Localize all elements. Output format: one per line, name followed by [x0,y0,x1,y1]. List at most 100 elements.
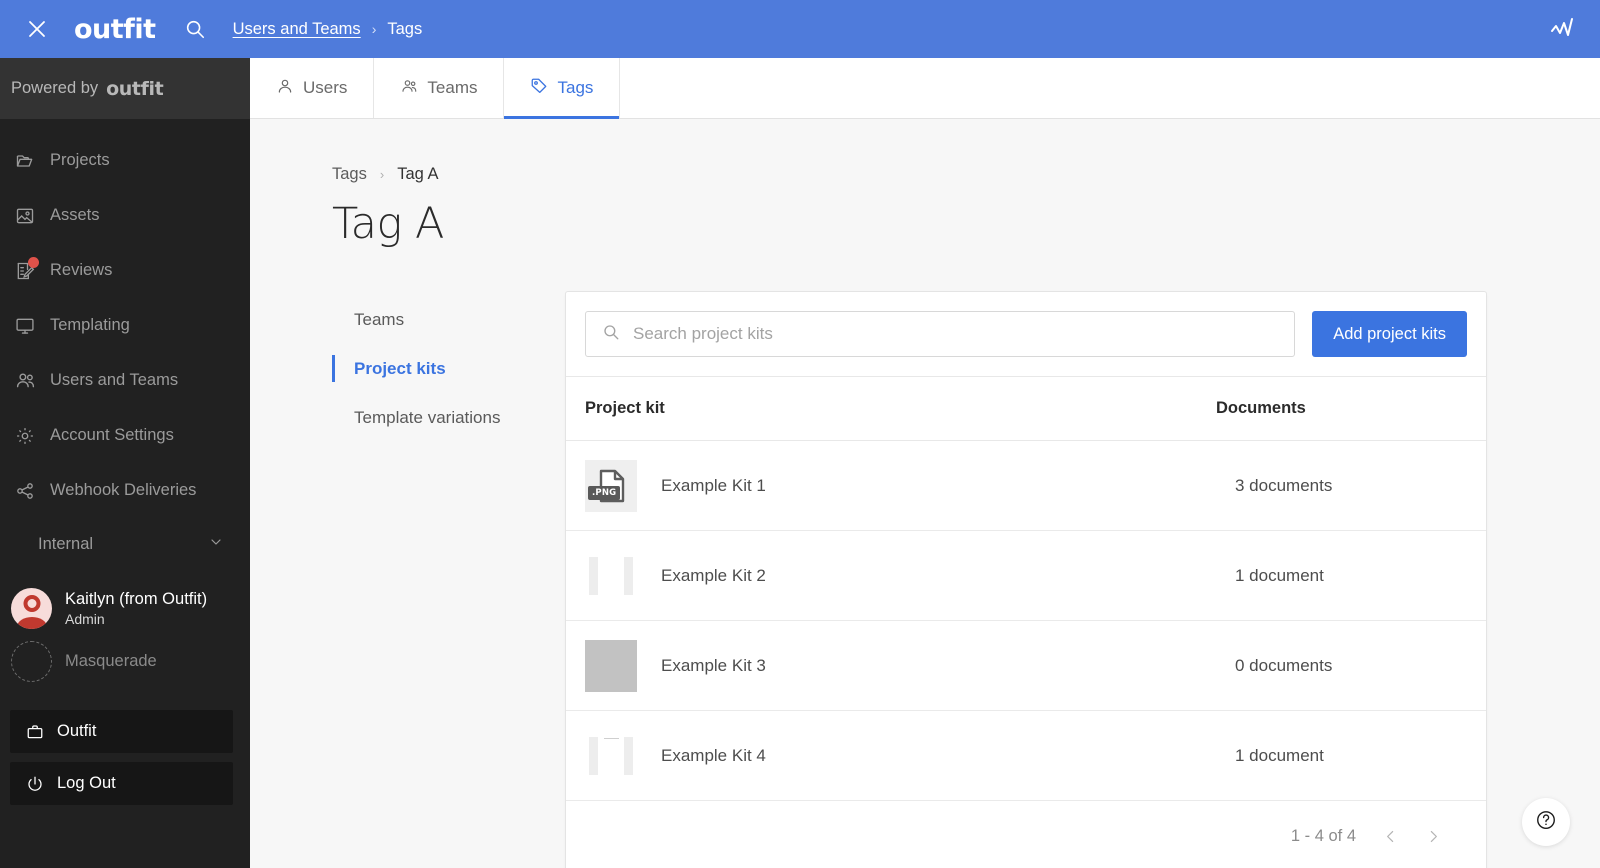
column-header-project-kit: Project kit [566,376,1216,441]
user-role: Admin [65,611,105,627]
share-nodes-icon [12,478,38,504]
sidebar-item-label: Reviews [50,261,113,279]
review-edit-icon [12,256,39,284]
briefcase-icon [26,723,44,741]
sidebar-item-assets[interactable]: Assets [0,188,250,243]
avatar-head [23,595,40,612]
page-content: Tags › Tag A Tag A Teams Project kits Te… [250,119,1600,868]
cell-project-kit: Example Kit 2 [566,530,1216,621]
app-root: outfit Users and Teams › Tags Powered by… [0,0,1600,868]
sidebar-group-internal[interactable]: Internal [0,518,250,570]
breadcrumb-tags[interactable]: Tags [332,165,367,184]
user-icon [276,77,294,100]
sub-navigation: Teams Project kits Template variations [332,291,565,868]
subnav-label: Project kits [354,358,446,378]
sidebar-item-webhook-deliveries[interactable]: Webhook Deliveries [0,463,250,518]
tab-teams[interactable]: Teams [374,58,505,118]
outfit-logo: outfit [74,13,156,45]
activity-chart-icon[interactable] [1548,16,1578,42]
tag-icon [530,77,548,100]
table-row[interactable]: Example Kit 2 1 document [566,530,1486,621]
table-row[interactable]: .PNG Example Kit 1 3 documents [566,440,1486,531]
column-header-documents: Documents [1216,376,1486,441]
sidebar-nav: Projects Assets Reviews Templating Users… [0,119,250,570]
monitor-icon [12,313,38,339]
table-head: Project kit Documents [566,376,1486,441]
panel-toolbar: Add project kits [566,292,1486,376]
breadcrumb-current: Tag A [397,165,439,183]
table-row[interactable]: Example Kit 3 0 documents [566,620,1486,711]
avatar-body [16,617,47,629]
search-input[interactable] [633,324,1295,344]
breadcrumb-link-users-and-teams[interactable]: Users and Teams [233,20,361,39]
tab-bar: Users Teams Tags [250,58,1600,119]
log-out-button[interactable]: Log Out [10,762,233,805]
add-project-kits-button[interactable]: Add project kits [1312,311,1467,357]
user-text: Kaitlyn (from Outfit) Admin [65,588,207,629]
bars-tick-thumbnail [585,729,637,782]
tab-users[interactable]: Users [250,58,375,118]
powered-by-text: Powered by [11,79,99,97]
current-user[interactable]: Kaitlyn (from Outfit) Admin [0,570,250,629]
sidebar-item-label: Account Settings [50,426,174,444]
sidebar-item-label: Projects [50,151,110,169]
outfit-button[interactable]: Outfit [10,710,233,753]
table-row[interactable]: Example Kit 4 1 document [566,710,1486,801]
project-kits-panel: Add project kits Project kit Documents [565,291,1487,868]
tab-tags[interactable]: Tags [504,58,621,119]
solid-grey-thumbnail [585,639,637,692]
table-body: .PNG Example Kit 1 3 documents Example K… [566,440,1486,801]
powered-by-banner: Powered by outfit [0,58,250,119]
pagination: 1 - 4 of 4 [566,801,1486,868]
masquerade-button[interactable]: Masquerade [0,629,250,682]
kit-name: Example Kit 2 [661,565,766,585]
page-breadcrumb: Tags › Tag A [332,165,1600,184]
kit-name: Example Kit 1 [661,475,766,495]
sidebar-item-users-and-teams[interactable]: Users and Teams [0,353,250,408]
project-kits-table: Project kit Documents .PNG Example Kit 1… [566,376,1486,801]
sidebar-item-account-settings[interactable]: Account Settings [0,408,250,463]
search-project-kits-box[interactable] [585,311,1296,357]
subnav-item-template-variations[interactable]: Template variations [332,393,565,442]
search-icon[interactable] [182,16,208,42]
close-icon[interactable] [22,14,52,44]
bars-thumbnail [585,549,637,602]
question-circle-icon [1535,809,1557,836]
notification-badge [28,256,39,268]
subnav-item-teams[interactable]: Teams [332,295,565,344]
subnav-label: Template variations [354,407,501,427]
sidebar-item-projects[interactable]: Projects [0,133,250,188]
png-label: .PNG [588,485,621,500]
powered-by-logo: outfit [106,77,164,100]
cell-project-kit: .PNG Example Kit 1 [566,440,1216,531]
gear-icon [12,423,38,449]
tab-label: Teams [427,78,478,97]
subnav-label: Teams [354,309,405,329]
cell-project-kit: Example Kit 4 [566,710,1216,801]
sidebar-item-reviews[interactable]: Reviews [0,243,250,298]
sidebar-item-templating[interactable]: Templating [0,298,250,353]
sidebar-item-label: Assets [50,206,100,224]
folder-icon [12,148,38,174]
user-name: Kaitlyn (from Outfit) [65,590,208,608]
sidebar-item-label: Users and Teams [50,371,179,389]
users-icon [12,368,38,394]
main-area: Users Teams Tags Tags › Tag A Tag A Team… [250,58,1600,868]
sidebar: Powered by outfit Projects Assets Review… [0,58,250,868]
cell-documents: 3 documents [1216,440,1486,531]
tab-label: Users [303,78,348,97]
avatar [11,588,52,629]
help-button[interactable] [1522,798,1570,846]
top-bar: outfit Users and Teams › Tags [0,0,1600,58]
content-columns: Teams Project kits Template variations S… [332,291,1600,868]
sidebar-footer-buttons: Outfit Log Out [0,710,250,805]
chevron-right-icon[interactable] [1425,828,1442,845]
sidebar-group-label: Internal [38,534,94,553]
masquerade-avatar-placeholder [11,641,52,682]
sidebar-item-label: Webhook Deliveries [50,481,197,499]
chevron-down-icon [208,534,224,555]
chevron-left-icon[interactable] [1382,828,1399,845]
subnav-item-project-kits[interactable]: Project kits [332,344,565,393]
breadcrumb-current-tags: Tags [387,19,423,38]
log-out-button-label: Log Out [57,774,116,792]
